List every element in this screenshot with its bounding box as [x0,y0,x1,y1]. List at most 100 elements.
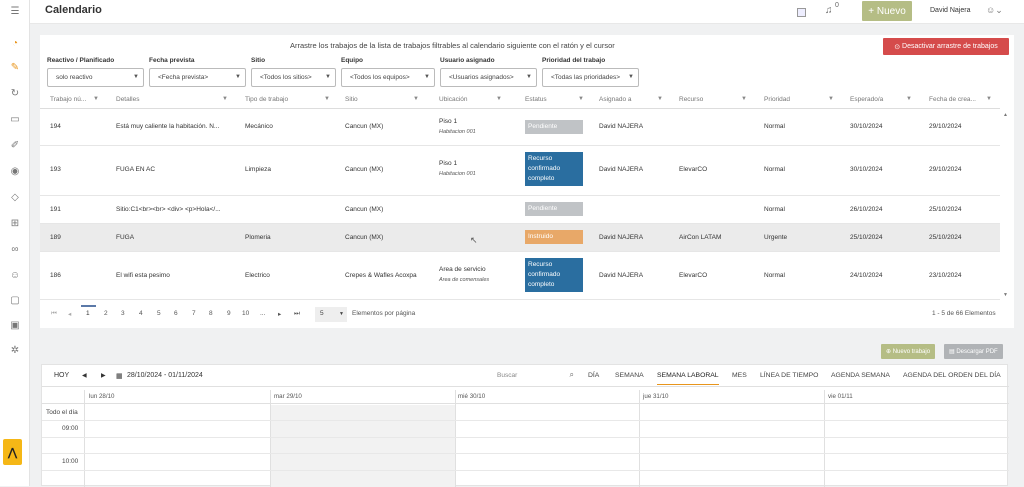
col-site[interactable]: Sitio [345,96,358,103]
col-location[interactable]: Ubicación [439,96,468,103]
calendar-search-input[interactable]: Buscar ⌕ [495,368,577,384]
page-link[interactable]: 10 [242,310,249,317]
cell-location: Piso 1 Habitacion 001 [439,160,476,177]
page-link[interactable]: 4 [139,310,143,317]
day-header[interactable]: mié 30/10 [458,393,485,400]
hierarchy-icon[interactable]: ⊞ [8,216,22,230]
page-size-select[interactable]: 5 ▼ [315,307,347,322]
col-details[interactable]: Detalles [116,96,139,103]
settings-icon[interactable]: ✲ [8,343,22,357]
bell-icon[interactable]: ♫ [825,5,833,16]
today-button[interactable]: HOY [54,372,69,379]
download-pdf-button[interactable]: ▤ Descargar PDF [944,344,1003,359]
table-row[interactable]: 194 Está muy caliente la habitación. N..… [40,110,1000,146]
filter-icon[interactable]: ▼ [413,96,419,102]
filter-icon[interactable]: ▼ [986,96,992,102]
wrench-icon[interactable]: ✎ [8,60,22,74]
calendar: HOY ◀ ▶ ▦ 28/10/2024 - 01/11/2024 Buscar… [41,364,1009,487]
site-select[interactable]: <Todos los sitios> ▼ [251,68,336,87]
view-day[interactable]: DÍA [588,372,599,379]
col-created[interactable]: Fecha de crea... [929,96,976,103]
page-link[interactable]: 1 [86,310,90,317]
day-header[interactable]: vie 01/11 [828,393,853,400]
tag-icon[interactable]: ◇ [8,190,22,204]
search-icon[interactable]: ⌕ [570,370,574,380]
scroll-up-icon[interactable]: ▲ [1003,112,1008,118]
col-work-type[interactable]: Tipo de trabajo [245,96,288,103]
table-row[interactable]: 191 Sitio:C1<br><br> <div> <p>Hola</... … [40,196,1000,224]
user-icon[interactable]: ☺ [8,268,22,282]
calendar-icon[interactable]: ▦ [116,372,123,380]
day-header[interactable]: lun 28/10 [89,393,114,400]
filter-icon[interactable]: ▼ [657,96,663,102]
cell-details: El wifi esta pesimo [116,272,170,279]
next-week-icon[interactable]: ▶ [101,372,106,379]
location-icon[interactable]: ◉ [8,164,22,178]
first-page-icon[interactable]: ⏮ [51,310,57,318]
filter-icon[interactable]: ▼ [324,96,330,102]
scroll-down-icon[interactable]: ▼ [1003,292,1008,298]
view-timeline[interactable]: LÍNEA DE TIEMPO [760,372,818,379]
filter-icon[interactable]: ▼ [828,96,834,102]
col-status[interactable]: Estatus [525,96,547,103]
edit-icon[interactable]: ✐ [8,138,22,152]
folder-icon[interactable]: ▢ [8,293,22,307]
day-header[interactable]: jue 31/10 [643,393,668,400]
view-month[interactable]: MES [732,372,747,379]
page-link[interactable]: ... [260,310,265,317]
user-menu-icon[interactable]: ☺⌄ [986,5,1003,16]
view-week[interactable]: SEMANA [615,372,644,379]
page-link[interactable]: 3 [121,310,125,317]
table-row[interactable]: 193 FUGA EN AC Limpieza Cancun (MX) Piso… [40,146,1000,196]
prev-week-icon[interactable]: ◀ [82,372,87,379]
filter-icon[interactable]: ▼ [578,96,584,102]
page-link[interactable]: 6 [174,310,178,317]
view-work-week[interactable]: SEMANA LABORAL [657,372,719,385]
page-link[interactable]: 7 [192,310,196,317]
page-link[interactable]: 8 [209,310,213,317]
col-assigned[interactable]: Asignado a [599,96,632,103]
new-job-button[interactable]: ⊕ Nuevo trabajo [881,344,936,359]
page-link[interactable]: 5 [157,310,161,317]
user-select[interactable]: <Usuarios asignados> ▼ [440,68,537,87]
link-icon[interactable]: ∞ [8,242,22,256]
day-header[interactable]: mar 29/10 [274,393,302,400]
equipment-select[interactable]: <Todos los equipos> ▼ [341,68,435,87]
view-agenda-week[interactable]: AGENDA SEMANA [831,372,890,379]
date-range[interactable]: 28/10/2024 - 01/11/2024 [127,372,203,379]
all-day-label: Todo el día [46,409,78,416]
next-page-icon[interactable]: ▸ [278,310,281,318]
calendar-divider [84,390,85,487]
view-agenda-day[interactable]: AGENDA DEL ORDEN DEL DÍA [903,372,1001,379]
table-row[interactable]: 189 FUGA Plomeria Cancun (MX) Instruido … [40,224,1000,252]
prev-page-icon[interactable]: ◂ [68,310,71,318]
deactivate-drag-button[interactable]: ⊙ Desactivar arrastre de trabajos [883,38,1009,55]
cell-details: FUGA EN AC [116,166,156,173]
history-icon[interactable]: ↻ [8,86,22,100]
table-scrollbar[interactable]: ▲ ▼ [1002,110,1010,300]
filter-icon[interactable]: ▼ [906,96,912,102]
page-link[interactable]: 2 [104,310,108,317]
menu-icon[interactable]: ☰ [8,4,22,18]
new-button[interactable]: + Nuevo [862,1,912,21]
filter-icon[interactable]: ▼ [496,96,502,102]
filter-icon[interactable]: ▼ [222,96,228,102]
filter-icon[interactable]: ▼ [93,96,99,102]
message-icon[interactable]: ▭ [8,112,22,126]
brand-logo[interactable]: ⋀ [3,439,22,465]
col-expected[interactable]: Esperado/a [850,96,883,103]
document-icon[interactable]: ▣ [8,318,22,332]
col-job-number[interactable]: Trabajo nú... [50,96,86,103]
filter-icon[interactable]: ▼ [741,96,747,102]
user-name[interactable]: David Najera [930,7,970,14]
last-page-icon[interactable]: ⏭ [294,310,300,318]
table-row[interactable]: 186 El wifi esta pesimo Electrico Crepes… [40,252,1000,300]
col-resource[interactable]: Recurso [679,96,703,103]
location-main: Area de servicio [439,266,486,273]
col-priority[interactable]: Prioridad [764,96,790,103]
priority-select[interactable]: <Todas las prioridades> ▼ [542,68,639,87]
dashboard-icon[interactable]: ◔ [8,36,22,50]
page-link[interactable]: 9 [227,310,231,317]
reactive-select[interactable]: solo reactivo ▼ [47,68,144,87]
date-select[interactable]: <Fecha prevista> ▼ [149,68,246,87]
